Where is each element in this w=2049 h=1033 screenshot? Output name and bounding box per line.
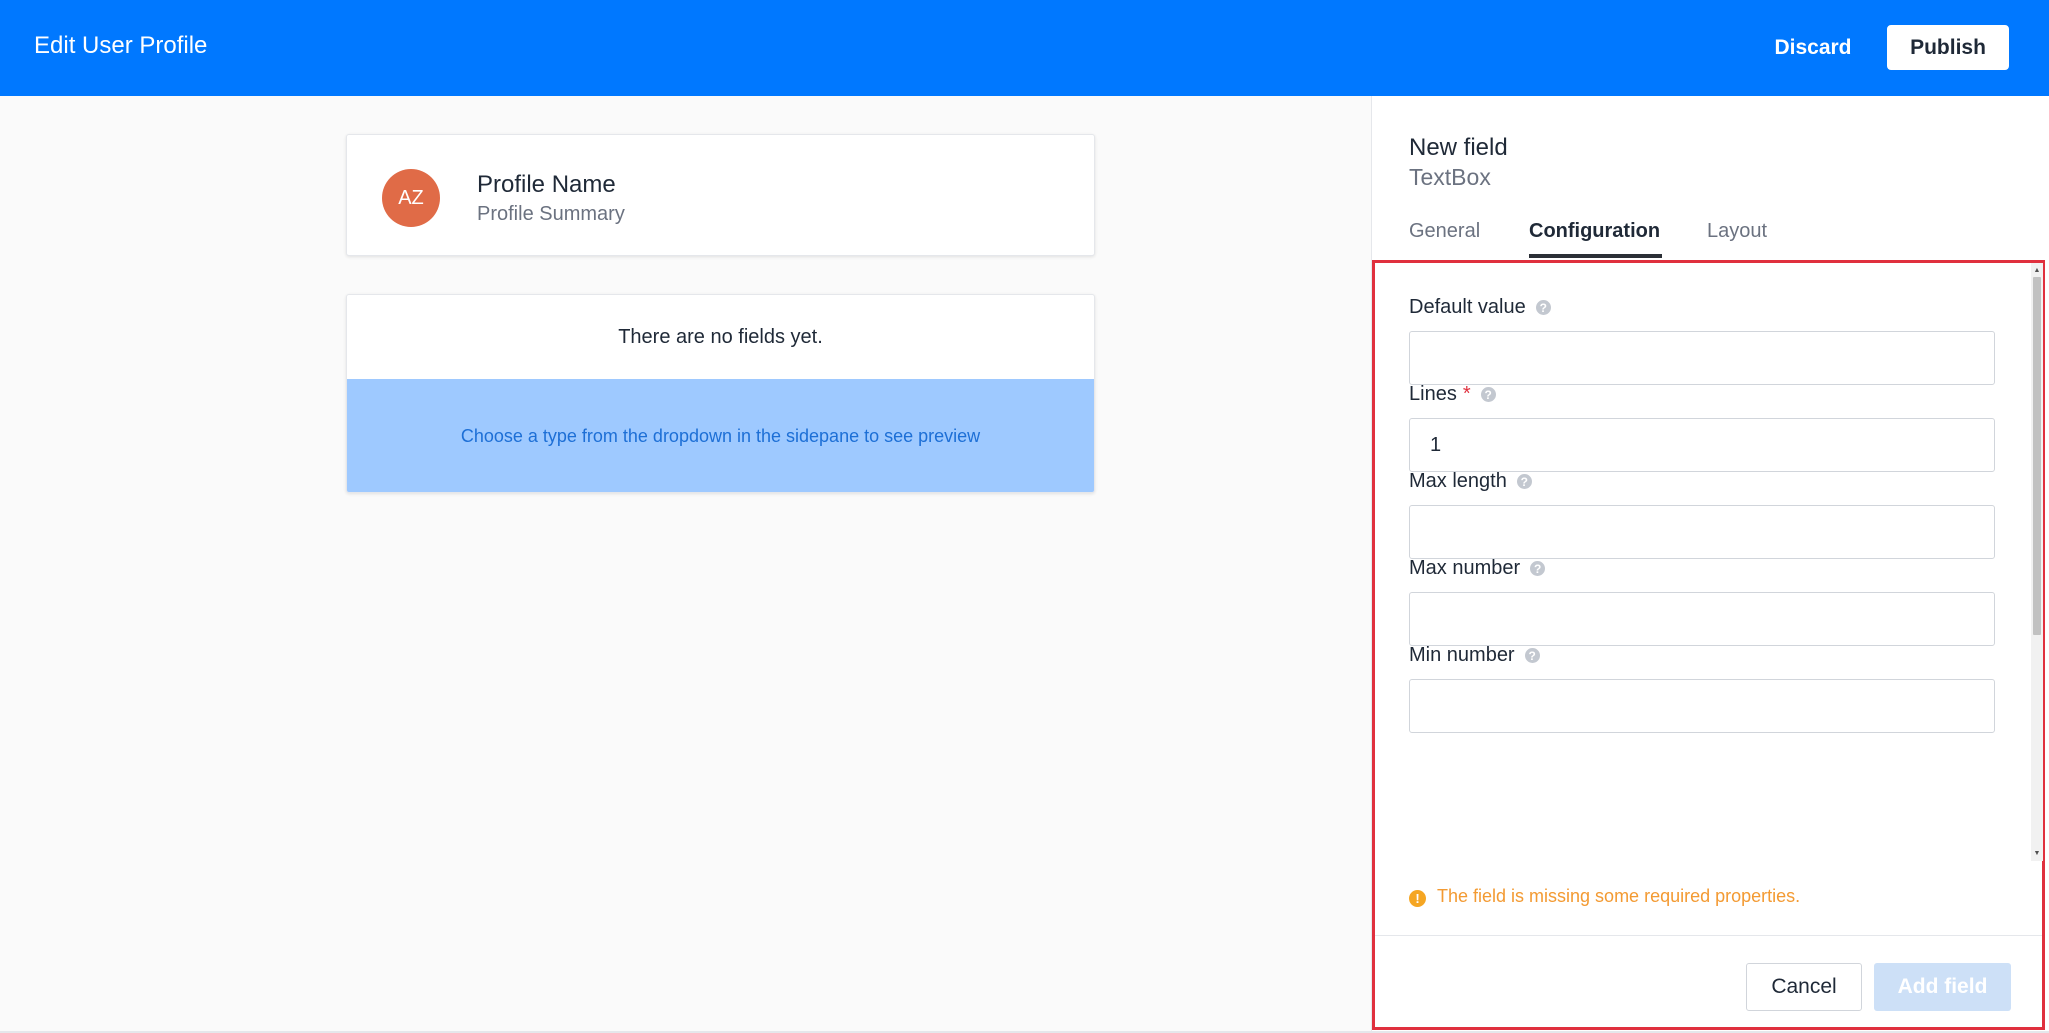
max-length-input[interactable] [1409, 505, 1995, 559]
configuration-form: Default value ? Lines * ? Max length ? M… [1375, 263, 2031, 861]
scrollbar-thumb[interactable] [2033, 277, 2041, 635]
max-number-input[interactable] [1409, 592, 1995, 646]
question-circle-icon[interactable]: ? [1516, 474, 1532, 489]
sidepane-title: New field [1409, 134, 1508, 161]
profile-card: AZ Profile Name Profile Summary [346, 134, 1095, 256]
tab-general[interactable]: General [1409, 220, 1480, 254]
field-preview-placeholder: Choose a type from the dropdown in the s… [347, 379, 1094, 492]
top-bar: Edit User Profile Discard Publish [0, 0, 2049, 96]
question-circle-icon[interactable]: ? [1480, 387, 1496, 402]
warning-text: The field is missing some required prope… [1437, 886, 1801, 906]
add-field-button[interactable]: Add field [1874, 963, 2011, 1011]
field-type-label: TextBox [1409, 164, 1491, 190]
scroll-down-arrow-icon[interactable]: ▼ [2031, 849, 2043, 857]
max-length-label: Max length ? [1409, 470, 1532, 493]
active-tab-indicator [1529, 254, 1662, 258]
footer-divider [1375, 935, 2042, 936]
max-number-label-text: Max number [1409, 557, 1521, 579]
lines-label-text: Lines [1409, 383, 1457, 405]
question-circle-icon[interactable]: ? [1535, 300, 1551, 315]
scroll-up-arrow-icon[interactable]: ▲ [2031, 266, 2043, 274]
question-circle-icon[interactable]: ? [1530, 561, 1546, 576]
required-asterisk: * [1462, 383, 1471, 405]
exclamation-circle-icon: ! [1409, 890, 1426, 907]
form-scrollbar[interactable]: ▲ ▼ [2031, 263, 2043, 861]
page-title: Edit User Profile [34, 32, 208, 59]
empty-fields-message: There are no fields yet. [618, 325, 823, 348]
max-length-label-text: Max length [1409, 470, 1507, 492]
cancel-button[interactable]: Cancel [1746, 963, 1862, 1011]
min-number-label-text: Min number [1409, 644, 1515, 666]
default-value-input[interactable] [1409, 331, 1995, 385]
lines-label: Lines * ? [1409, 383, 1496, 406]
configuration-panel: Default value ? Lines * ? Max length ? M… [1372, 260, 2045, 1030]
default-value-label: Default value ? [1409, 296, 1551, 319]
min-number-input[interactable] [1409, 679, 1995, 733]
tab-layout[interactable]: Layout [1707, 220, 1767, 254]
fields-card: There are no fields yet. Choose a type f… [346, 294, 1095, 493]
min-number-label: Min number ? [1409, 644, 1540, 667]
max-number-label: Max number ? [1409, 557, 1546, 580]
lines-input[interactable] [1409, 418, 1995, 472]
question-circle-icon[interactable]: ? [1524, 648, 1540, 663]
validation-warning: ! The field is missing some required pro… [1409, 886, 1800, 907]
default-value-label-text: Default value [1409, 296, 1526, 318]
profile-summary: Profile Summary [477, 203, 625, 225]
avatar: AZ [382, 169, 440, 227]
tab-configuration[interactable]: Configuration [1529, 220, 1660, 254]
discard-button[interactable]: Discard [1757, 26, 1869, 70]
profile-name: Profile Name [477, 171, 616, 198]
publish-button[interactable]: Publish [1887, 25, 2009, 70]
